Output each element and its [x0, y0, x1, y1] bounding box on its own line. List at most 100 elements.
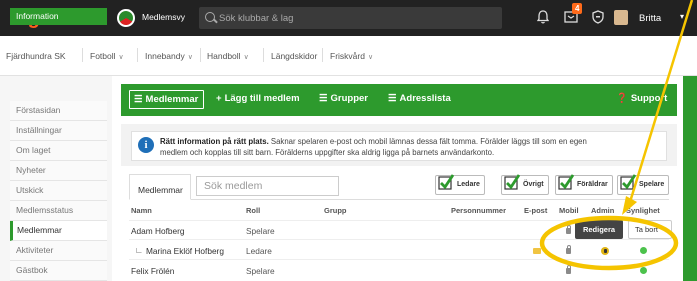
filter-ovrigt[interactable]: Övrigt	[501, 174, 549, 195]
user-avatar[interactable]	[614, 10, 628, 25]
address-list-label: Adresslista	[399, 93, 451, 104]
filter-label: Ledare	[457, 181, 480, 188]
column-header-email[interactable]: E-post	[524, 206, 547, 215]
filter-label: Övrigt	[523, 181, 544, 188]
nav-item-club[interactable]: Fjärdhundra SK	[6, 51, 66, 61]
visibility-dot-icon	[640, 247, 647, 254]
admin-icon	[601, 247, 609, 255]
filter-foraldrar[interactable]: Föräldrar	[555, 174, 613, 195]
child-link-icon: ∟	[135, 245, 144, 255]
checkbox-checked-icon	[620, 174, 636, 190]
nav-item-label: Handboll	[207, 51, 241, 61]
tab-divider	[129, 199, 669, 200]
nav-item-label: Friskvård	[330, 51, 365, 61]
members-toolbar: ☰ Medlemmar + Lägg till medlem ☰ Grupper ☰ A…	[121, 84, 677, 116]
groups-label: Grupper	[330, 93, 369, 104]
alert-body-line1: Saknar spelaren e-post och mobil lämnas …	[268, 137, 587, 146]
nav-item-handboll[interactable]: Handboll ∨	[207, 51, 249, 61]
member-name[interactable]: Marina Eklöf Hofberg	[146, 246, 224, 256]
sidebar-item-medlemsstatus[interactable]: Medlemsstatus	[10, 201, 107, 221]
add-member-button[interactable]: + Lägg till medlem	[216, 93, 300, 104]
club-view-label[interactable]: Medlemsvy	[142, 12, 185, 22]
nav-item-fotboll[interactable]: Fotboll ∨	[90, 51, 124, 61]
column-header-group[interactable]: Grupp	[324, 206, 347, 215]
member-name[interactable]: Adam Hofberg	[131, 226, 185, 236]
column-header-admin[interactable]: Admin	[591, 206, 614, 215]
add-member-label: Lägg till medlem	[224, 93, 300, 104]
search-icon	[205, 12, 215, 22]
chevron-down-icon[interactable]: ▾	[680, 12, 684, 21]
list-icon: ☰	[134, 94, 143, 105]
sidebar-item-forstasidan[interactable]: Förstasidan	[10, 101, 107, 121]
edit-button[interactable]: Redigera	[575, 220, 623, 239]
checkbox-checked-icon	[438, 174, 454, 190]
club-badge-icon[interactable]	[117, 9, 135, 27]
nav-divider	[263, 48, 264, 62]
alert-body-line2: medlem och kopplas till sitt barn. Föräl…	[160, 147, 495, 157]
list-icon: ☰	[319, 93, 328, 104]
sidebar-item-aktiviteter[interactable]: Aktiviteter	[10, 241, 107, 261]
filter-ledare[interactable]: Ledare	[435, 174, 485, 195]
right-edge-panel	[683, 76, 697, 281]
help-icon: ❓	[616, 93, 628, 104]
sidebar-item-installningar[interactable]: Inställningar	[10, 121, 107, 141]
checkbox-checked-icon	[558, 174, 574, 190]
filter-label: Spelare	[639, 181, 665, 188]
nav-item-label: Innebandy	[145, 51, 185, 61]
column-header-mobile[interactable]: Mobil	[559, 206, 579, 215]
bell-icon[interactable]	[537, 10, 549, 24]
column-header-role[interactable]: Roll	[246, 206, 260, 215]
sidebar-item-gastbok[interactable]: Gästbok	[10, 261, 107, 281]
visibility-dot-icon	[640, 267, 647, 274]
member-role: Spelare	[246, 226, 275, 236]
nav-item-label: Längdskidor	[271, 51, 318, 61]
member-search-input[interactable]	[196, 176, 339, 196]
column-header-name[interactable]: Namn	[131, 206, 152, 215]
chevron-down-icon: ∨	[367, 54, 374, 61]
sidebar-item-nyheter[interactable]: Nyheter	[10, 161, 107, 181]
nav-item-langdskidor[interactable]: Längdskidor	[271, 51, 317, 61]
nav-item-friskvard[interactable]: Friskvård ∨	[330, 51, 373, 61]
tab-members[interactable]: Medlemmar	[129, 174, 191, 200]
checkbox-checked-icon	[504, 174, 520, 190]
remove-button[interactable]: Ta bort	[628, 220, 672, 239]
team-nav: Fjärdhundra SK Fotboll ∨ Innebandy ∨ Handb…	[0, 36, 697, 76]
members-tab-button[interactable]: ☰ Medlemmar	[129, 90, 205, 109]
global-search-input[interactable]	[219, 7, 489, 29]
table-row[interactable]	[129, 259, 669, 277]
groups-button[interactable]: ☰ Grupper	[319, 93, 368, 104]
sidebar-item-utskick[interactable]: Utskick	[10, 181, 107, 201]
email-icon	[533, 248, 541, 254]
address-list-button[interactable]: ☰ Adresslista	[388, 93, 451, 104]
sidebar-item-medlemmar[interactable]: Medlemmar	[10, 221, 107, 241]
nav-divider	[200, 48, 201, 62]
sidebar-header: Information	[10, 8, 107, 25]
sidebar-item-om-laget[interactable]: Om laget	[10, 141, 107, 161]
filter-label: Föräldrar	[577, 181, 608, 188]
list-icon: ☰	[388, 93, 397, 104]
chevron-down-icon: ∨	[243, 54, 249, 61]
support-label: Support	[630, 93, 668, 104]
nav-item-label: Fotboll	[90, 51, 116, 61]
alert-title: Rätt information på rätt plats.	[160, 137, 269, 146]
plus-icon: +	[216, 93, 222, 104]
lock-icon	[566, 265, 571, 274]
column-header-personal-id[interactable]: Personnummer	[451, 206, 506, 215]
user-name[interactable]: Britta	[639, 13, 661, 24]
nav-item-label: Fjärdhundra SK	[6, 51, 66, 61]
support-button[interactable]: ❓ Support	[616, 93, 667, 104]
nav-divider	[137, 48, 138, 62]
global-search[interactable]	[199, 7, 502, 29]
lock-icon	[566, 225, 571, 234]
column-header-visibility[interactable]: Synlighet	[626, 206, 660, 215]
chevron-down-icon: ∨	[187, 54, 193, 61]
member-name[interactable]: Felix Frölén	[131, 266, 174, 276]
members-tab-label: Medlemmar	[145, 94, 199, 105]
filter-spelare[interactable]: Spelare	[617, 174, 670, 195]
info-icon: i	[138, 137, 154, 153]
messages-count-badge: 4	[572, 3, 583, 14]
alert-text: Rätt information på rätt plats. Saknar s…	[160, 137, 660, 158]
shield-icon[interactable]	[592, 10, 604, 24]
nav-divider	[322, 48, 323, 62]
nav-item-innebandy[interactable]: Innebandy ∨	[145, 51, 193, 61]
